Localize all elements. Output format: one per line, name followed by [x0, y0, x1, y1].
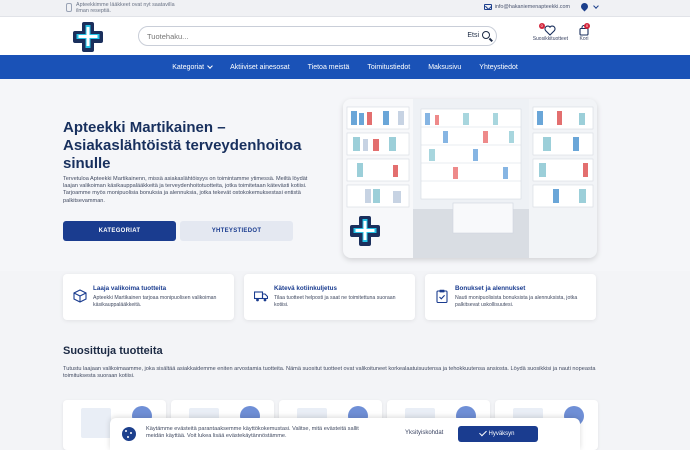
clipboard-icon: [436, 289, 448, 303]
mail-icon: [483, 4, 492, 10]
checkmark-icon[interactable]: [479, 428, 488, 437]
search-button[interactable]: Etsi: [467, 31, 490, 39]
nav-item-payment[interactable]: Maksusivu: [428, 64, 461, 71]
cookie-icon: [122, 427, 136, 441]
cart-count-badge: 0: [584, 23, 590, 29]
cart-button[interactable]: 0 Kori: [578, 23, 590, 42]
cookie-accept-label[interactable]: Hyväksyn: [488, 431, 514, 437]
search-icon[interactable]: [482, 31, 490, 39]
nav-item-delivery[interactable]: Toimitustiedot: [367, 64, 410, 71]
cart-label[interactable]: Kori: [580, 36, 589, 42]
medicine-bottle-icon: [66, 3, 72, 12]
popular-products-description: Tutustu laajaan valikoimaamme, joka sisä…: [63, 366, 596, 380]
feature-text: Apteekki Martikainen tarjoaa monipuolise…: [93, 295, 217, 308]
contact-button[interactable]: YHTEYSTIEDOT: [180, 221, 293, 241]
pharmacy-interior-image: [343, 99, 597, 258]
pharmacy-logo[interactable]: [72, 21, 104, 53]
box-icon: [73, 289, 87, 303]
features-row: Laaja valikoima tuotteita Apteekki Marti…: [63, 274, 596, 320]
feature-title: Bonukset ja alennukset: [455, 285, 526, 292]
search-bar[interactable]: Etsi: [138, 26, 497, 46]
top-info-bar: Apteekkimme lääkkeet ovat nyt saatavilla…: [0, 0, 690, 17]
cookie-consent-banner: Käytämme evästeitä parantaaksemme käyttö…: [110, 418, 580, 450]
hero-description: Tervetuloa Apteekki Martikainenn, missä …: [63, 176, 308, 204]
feature-card: Bonukset ja alennukset Nauti monipuolisi…: [425, 274, 596, 320]
main-navigation: Kategoriat Aktiiviset ainesosat Tietoa m…: [0, 55, 690, 79]
feature-card: Kätevä kotiinkuljetus Tilaa tuotteet hel…: [244, 274, 415, 320]
hero-title: Apteekki Martikainen – Asiakaslähtöistä …: [63, 119, 302, 172]
feature-card: Laaja valikoima tuotteita Apteekki Marti…: [63, 274, 234, 320]
email-contact[interactable]: info@hakaniemenapteekki.com: [483, 4, 570, 10]
popular-products-title: Suosittuja tuotteita: [63, 345, 163, 357]
heart-icon[interactable]: [544, 25, 556, 36]
nav-item-contact[interactable]: Yhteystiedot: [479, 64, 518, 71]
feature-text: Nauti monipuolisista bonuksista ja alenn…: [455, 295, 578, 308]
search-input[interactable]: [147, 32, 447, 41]
hero-section: Apteekki Martikainen – Asiakaslähtöistä …: [0, 79, 690, 271]
nav-item-label[interactable]: Kategoriat: [172, 64, 204, 71]
email-link[interactable]: info@hakaniemenapteekki.com: [495, 4, 570, 10]
feature-text: Tilaa tuotteet helposti ja saat ne toimi…: [274, 295, 396, 308]
nav-item-about[interactable]: Tietoa meistä: [308, 64, 350, 71]
location-pin-icon[interactable]: [579, 1, 590, 12]
feature-title: Kätevä kotiinkuljetus: [274, 285, 337, 292]
cookie-text: Käytämme evästeitä parantaaksemme käyttö…: [146, 426, 359, 440]
feature-title: Laaja valikoima tuotteita: [93, 285, 167, 292]
product-image[interactable]: [81, 408, 111, 438]
header-actions: 0 Suosikkituotteet 0 Kori: [533, 23, 590, 42]
nav-item-active-ingredients[interactable]: Aktiiviset ainesosat: [230, 64, 290, 71]
cookie-accept-button[interactable]: Hyväksyn: [458, 426, 538, 442]
chevron-down-icon[interactable]: [593, 2, 599, 9]
search-button-label[interactable]: Etsi: [467, 32, 479, 39]
prescription-info-text: Apteekkimme lääkkeet ovat nyt saatavilla…: [76, 2, 175, 14]
categories-button[interactable]: KATEGORIAT: [63, 221, 176, 241]
location-selector[interactable]: [579, 1, 599, 12]
prescription-info: Apteekkimme lääkkeet ovat nyt saatavilla…: [66, 2, 176, 14]
favorites-button[interactable]: 0 Suosikkituotteet: [533, 23, 568, 42]
favorites-label[interactable]: Suosikkituotteet: [533, 36, 568, 42]
truck-icon: [254, 291, 268, 302]
nav-item-categories[interactable]: Kategoriat: [172, 63, 213, 71]
pharmacy-shelves-illustration: [343, 99, 597, 258]
chevron-down-icon[interactable]: [207, 63, 213, 69]
favorites-count-badge: 0: [538, 23, 545, 29]
site-header: Etsi 0 Suosikkituotteet 0 Kori: [0, 17, 690, 55]
cookie-details-button[interactable]: Yksityiskohdat: [405, 430, 443, 436]
